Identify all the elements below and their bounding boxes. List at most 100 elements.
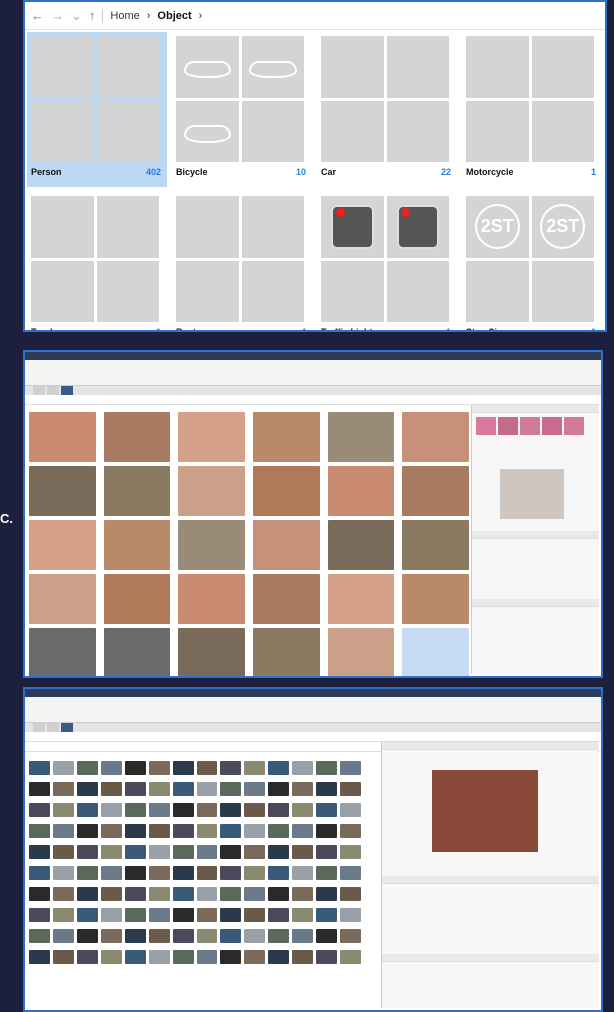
face-group-tile[interactable] xyxy=(402,412,469,462)
image-thumbnail[interactable] xyxy=(316,887,338,901)
breadcrumb-current[interactable]: Object xyxy=(157,10,191,22)
image-thumbnail[interactable] xyxy=(29,761,50,775)
image-thumbnail[interactable] xyxy=(148,761,170,775)
image-thumbnail[interactable] xyxy=(29,803,50,817)
thumbnail[interactable] xyxy=(564,417,584,435)
image-thumbnail[interactable] xyxy=(148,824,170,838)
face-group-tile[interactable] xyxy=(29,520,96,570)
face-group-tile[interactable] xyxy=(103,412,171,462)
image-thumbnail[interactable] xyxy=(268,824,290,838)
image-thumbnail[interactable] xyxy=(29,950,50,964)
image-thumbnail[interactable] xyxy=(148,887,170,901)
image-thumbnail[interactable] xyxy=(100,950,122,964)
image-thumbnail[interactable] xyxy=(76,803,98,817)
image-thumbnail[interactable] xyxy=(124,866,146,880)
category-tile[interactable]: Person 402 xyxy=(27,32,167,187)
category-tile[interactable]: Car 22 xyxy=(317,32,457,187)
face-group-tile[interactable] xyxy=(402,574,469,624)
image-thumbnail[interactable] xyxy=(316,803,338,817)
image-thumbnail[interactable] xyxy=(268,887,290,901)
image-thumbnail[interactable] xyxy=(148,845,170,859)
image-thumbnail[interactable] xyxy=(148,803,170,817)
up-arrow-icon[interactable]: ↑ xyxy=(89,8,96,23)
image-thumbnail[interactable] xyxy=(340,929,361,943)
image-thumbnail[interactable] xyxy=(100,803,122,817)
image-thumbnail[interactable] xyxy=(340,950,361,964)
image-thumbnail[interactable] xyxy=(52,845,74,859)
image-thumbnail[interactable] xyxy=(148,929,170,943)
category-tile[interactable]: Truck 1 xyxy=(27,192,167,330)
image-thumbnail[interactable] xyxy=(196,845,218,859)
face-group-tile[interactable] xyxy=(327,466,395,516)
face-group-tile[interactable] xyxy=(252,520,320,570)
image-thumbnail[interactable] xyxy=(316,824,338,838)
image-thumbnail[interactable] xyxy=(220,950,242,964)
image-thumbnail[interactable] xyxy=(292,908,314,922)
face-group-tile[interactable] xyxy=(178,628,245,676)
face-group-tile[interactable] xyxy=(327,574,395,624)
image-thumbnail[interactable] xyxy=(244,782,266,796)
image-thumbnail[interactable] xyxy=(196,950,218,964)
image-thumbnail[interactable] xyxy=(292,782,314,796)
image-thumbnail[interactable] xyxy=(316,866,338,880)
image-thumbnail[interactable] xyxy=(292,761,314,775)
face-group-tile[interactable] xyxy=(402,520,469,570)
image-thumbnail[interactable] xyxy=(268,866,290,880)
image-thumbnail[interactable] xyxy=(340,803,361,817)
image-thumbnail[interactable] xyxy=(244,866,266,880)
face-group-tile[interactable] xyxy=(402,466,469,516)
image-thumbnail[interactable] xyxy=(244,761,266,775)
image-thumbnail[interactable] xyxy=(196,866,218,880)
breadcrumb-home[interactable]: Home xyxy=(110,10,139,22)
image-thumbnail[interactable] xyxy=(244,845,266,859)
image-thumbnail[interactable] xyxy=(148,908,170,922)
image-thumbnail[interactable] xyxy=(292,950,314,964)
face-group-tile[interactable] xyxy=(29,628,96,676)
image-thumbnail[interactable] xyxy=(316,908,338,922)
tab-active[interactable] xyxy=(61,386,73,395)
image-thumbnail[interactable] xyxy=(292,845,314,859)
image-thumbnail[interactable] xyxy=(76,866,98,880)
image-thumbnail[interactable] xyxy=(29,929,50,943)
image-thumbnail[interactable] xyxy=(196,929,218,943)
image-thumbnail[interactable] xyxy=(220,803,242,817)
image-thumbnail[interactable] xyxy=(52,782,74,796)
image-thumbnail[interactable] xyxy=(124,950,146,964)
image-thumbnail[interactable] xyxy=(172,845,194,859)
image-thumbnail[interactable] xyxy=(292,803,314,817)
image-thumbnail[interactable] xyxy=(316,782,338,796)
category-tile[interactable]: Motorcycle 1 xyxy=(462,32,602,187)
tab[interactable] xyxy=(33,723,45,732)
image-thumbnail[interactable] xyxy=(172,866,194,880)
image-thumbnail[interactable] xyxy=(268,782,290,796)
image-thumbnail[interactable] xyxy=(220,908,242,922)
face-group-tile[interactable] xyxy=(327,412,395,462)
image-thumbnail[interactable] xyxy=(124,908,146,922)
image-thumbnail[interactable] xyxy=(220,761,242,775)
image-thumbnail[interactable] xyxy=(340,866,361,880)
image-thumbnail[interactable] xyxy=(172,950,194,964)
image-thumbnail[interactable] xyxy=(316,950,338,964)
image-thumbnail[interactable] xyxy=(316,929,338,943)
image-thumbnail[interactable] xyxy=(52,761,74,775)
image-thumbnail[interactable] xyxy=(196,803,218,817)
image-thumbnail[interactable] xyxy=(220,887,242,901)
face-group-tile[interactable] xyxy=(178,412,245,462)
image-thumbnail[interactable] xyxy=(76,782,98,796)
image-thumbnail[interactable] xyxy=(100,908,122,922)
image-thumbnail[interactable] xyxy=(196,887,218,901)
image-thumbnail[interactable] xyxy=(76,887,98,901)
image-thumbnail[interactable] xyxy=(29,845,50,859)
category-tile[interactable]: Bicycle 10 xyxy=(172,32,312,187)
image-thumbnail[interactable] xyxy=(124,887,146,901)
image-thumbnail[interactable] xyxy=(76,845,98,859)
image-thumbnail[interactable] xyxy=(29,887,50,901)
image-thumbnail[interactable] xyxy=(100,866,122,880)
category-tile[interactable]: Traffic Light 1 xyxy=(317,192,457,330)
face-group-tile[interactable] xyxy=(252,412,320,462)
thumbnail[interactable] xyxy=(498,417,518,435)
image-thumbnail[interactable] xyxy=(100,887,122,901)
image-thumbnail[interactable] xyxy=(244,908,266,922)
face-group-tile[interactable] xyxy=(327,628,395,676)
image-thumbnail[interactable] xyxy=(292,887,314,901)
